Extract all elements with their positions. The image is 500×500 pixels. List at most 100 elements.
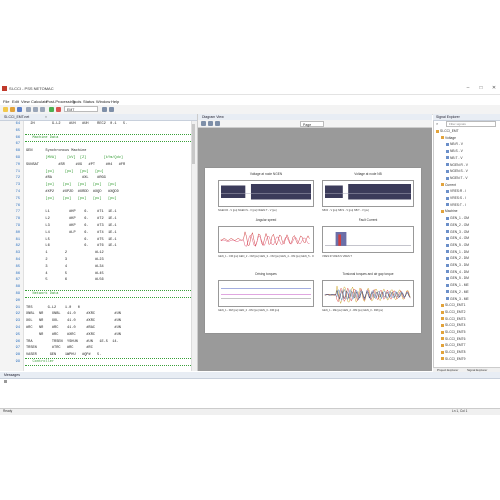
signal-tree-item[interactable]: Machine — [441, 209, 457, 213]
filter-icon[interactable]: ⌕ — [436, 121, 442, 127]
signal-tree-label: SI-CCI_EMT6 — [445, 336, 466, 341]
chart-icon[interactable] — [109, 107, 114, 112]
editor-scroll-thumb[interactable] — [192, 124, 195, 164]
signal-band — [325, 185, 343, 198]
code-line: L5 6. #T5 1E-1 — [26, 237, 117, 242]
menu-window[interactable]: Window — [96, 99, 110, 104]
angular-speed-title: Angular speed — [255, 218, 277, 222]
signal-tree-item[interactable]: Current — [441, 183, 456, 187]
signal-tree-item[interactable]: GEN_1 - ME — [446, 283, 469, 287]
fault-current-plot[interactable] — [322, 226, 414, 253]
signal-tree-item[interactable]: GEN_3 - ME — [446, 297, 469, 301]
voltage-nb-plot[interactable] — [322, 180, 414, 207]
code-line: #RA #XL #RGG — [26, 176, 106, 181]
settings-icon[interactable] — [102, 107, 107, 112]
status-text: Ready — [3, 409, 13, 413]
voltage-ngen-plot[interactable] — [218, 180, 314, 207]
angular-speed-graph — [220, 230, 310, 248]
signal-tree-label: Voltage — [445, 135, 456, 140]
signal-tree-item[interactable]: SI-CCI_EMT5 — [441, 330, 466, 334]
signal-tree-item[interactable]: NB:S - V — [446, 149, 463, 153]
mode-select[interactable]: EMT — [64, 106, 98, 112]
signal-tree-item[interactable]: GEN_3 - DM — [446, 263, 469, 267]
menu-edit[interactable]: Edit — [12, 99, 19, 104]
signal-icon — [446, 297, 449, 301]
code-line: 2H G-L2 #UH #UH REC2 0.1 5. — [26, 122, 128, 126]
angular-speed-plot[interactable] — [218, 226, 314, 253]
paste-icon[interactable] — [40, 107, 45, 112]
signal-tree-item[interactable]: SI-CCI_EMT7 — [441, 343, 466, 347]
signal-tree-item[interactable]: NGEN:S - V — [446, 169, 468, 173]
folder-icon — [441, 344, 444, 348]
signal-tree-label: GEN_2 - OM — [450, 222, 470, 227]
signal-tree-item[interactable]: SI-CCI_EMT1 — [441, 303, 466, 307]
maximize-icon[interactable]: □ — [475, 85, 487, 92]
menu-view[interactable]: View — [21, 99, 30, 104]
cut-icon[interactable] — [26, 107, 31, 112]
menu-status[interactable]: Status — [83, 99, 94, 104]
signal-tree-item[interactable]: NB:T - V — [446, 156, 463, 160]
code-line: SUNSAT #SR #UG #PT #H4 #FR — [26, 162, 126, 167]
signal-tree-item[interactable]: NB:R - V — [446, 142, 463, 146]
signal-tree-label: GEN_4 - DM — [450, 269, 469, 274]
fault-current-burst — [338, 234, 341, 246]
close-icon[interactable]: ✕ — [488, 85, 500, 92]
editor-tab-label: SI-CCI_EMT.net — [4, 115, 30, 119]
editor-tab-close-icon[interactable]: × — [45, 115, 47, 119]
line-number: 69 — [15, 156, 20, 160]
run-icon[interactable] — [49, 107, 54, 112]
signal-tree-item[interactable]: VRES:R - I — [446, 189, 466, 193]
driving-torques-plot[interactable] — [218, 280, 314, 307]
signal-tree-item[interactable]: SI-CCI_EMT4 — [441, 323, 466, 327]
signal-tree-item[interactable]: GEN_5 - DM — [446, 276, 469, 280]
print-icon[interactable] — [201, 121, 206, 126]
zoom-in-icon[interactable] — [208, 121, 213, 126]
menu-file[interactable]: File — [3, 99, 9, 104]
signal-tree-item[interactable]: NGEN:R - V — [446, 163, 468, 167]
line-number: 64 — [15, 122, 20, 126]
new-file-icon[interactable] — [3, 107, 8, 112]
signal-filter-input[interactable]: Filter signals — [446, 121, 496, 127]
signal-tree-item[interactable]: GEN_4 - DM — [446, 270, 469, 274]
signal-tree-item[interactable]: NGEN:T - V — [446, 176, 468, 180]
signal-tree-item[interactable]: SI-CCI_EMT2 — [441, 310, 466, 314]
signal-tree-item[interactable]: SI-CCI_EMT — [436, 129, 459, 133]
signal-tree-item[interactable]: GEN_4 - OM — [446, 236, 469, 240]
menu-post-processing[interactable]: Post-Processing — [46, 99, 75, 104]
signal-tree-item[interactable]: Voltage — [441, 136, 456, 140]
signal-explorer-title: Signal Explorer — [436, 115, 460, 119]
signal-tree-item[interactable]: GEN_2 - ME — [446, 290, 469, 294]
signal-icon — [446, 176, 449, 180]
folder-icon — [441, 357, 444, 361]
signal-tree-item[interactable]: GEN_3 - OM — [446, 230, 469, 234]
signal-tree-item[interactable]: GEN_1 - OM — [446, 216, 469, 220]
signal-tree-item[interactable]: SI-CCI_EMT6 — [441, 337, 466, 341]
editor-tab[interactable] — [0, 114, 197, 121]
signal-tree-label: NGEN:S - V — [450, 169, 468, 174]
signal-tree-label: SI-CCI_EMT1 — [445, 303, 466, 308]
torsional-torques-plot[interactable] — [322, 280, 414, 307]
signal-tree-item[interactable]: GEN_2 - DM — [446, 256, 469, 260]
signal-tree-item[interactable]: SI-CCI_EMT9 — [441, 357, 466, 361]
minimize-icon[interactable]: – — [462, 85, 474, 92]
zoom-select[interactable]: Page — [300, 121, 324, 127]
line-number: 86 — [15, 271, 20, 276]
signal-tree-item[interactable]: VRES:S - I — [446, 196, 466, 200]
signal-tree-item[interactable]: VRES:T - I — [446, 203, 466, 207]
menu-help[interactable]: Help — [111, 99, 119, 104]
signal-tree-item[interactable]: GEN_2 - OM — [446, 223, 469, 227]
signal-tree-label: GEN_1 - DM — [450, 249, 469, 254]
save-icon[interactable] — [17, 107, 22, 112]
signal-tree-item[interactable]: GEN_1 - DM — [446, 250, 469, 254]
menu-tools[interactable]: Tools — [72, 99, 81, 104]
signal-tree-item[interactable]: GEN_5 - OM — [446, 243, 469, 247]
signal-tree-label: NB:R - V — [450, 142, 464, 147]
stop-icon[interactable] — [56, 107, 61, 112]
copy-icon[interactable] — [33, 107, 38, 112]
zoom-out-icon[interactable] — [215, 121, 220, 126]
signal-tree-label: GEN_2 - ME — [450, 289, 469, 294]
signal-tree-item[interactable]: SI-CCI_EMT3 — [441, 317, 466, 321]
folder-icon — [441, 210, 444, 214]
open-folder-icon[interactable] — [10, 107, 15, 112]
signal-tree-item[interactable]: SI-CCI_EMT8 — [441, 350, 466, 354]
